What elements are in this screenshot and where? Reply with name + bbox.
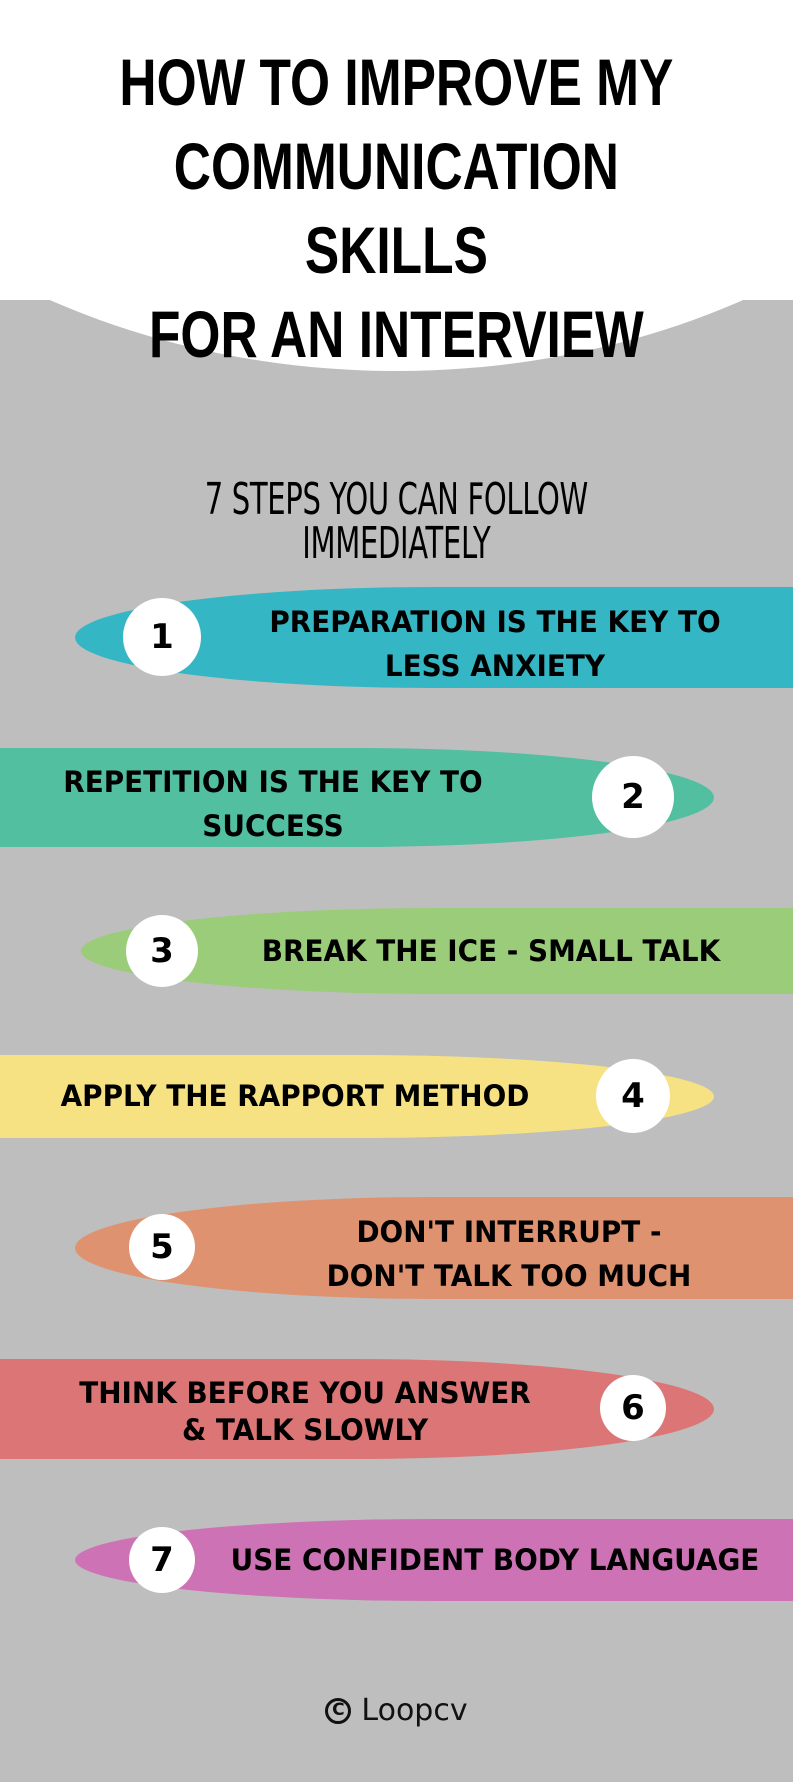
step-1-number-badge: 1 [123, 598, 201, 676]
step-3-number-badge: 3 [126, 915, 198, 987]
step-7-number-badge: 7 [129, 1527, 195, 1593]
page-title: HOW TO IMPROVE MY COMMUNICATION SKILLS F… [87, 40, 706, 376]
step-5-label-line-2: DON'T TALK TOO MUCH [326, 1259, 692, 1293]
step-6-number-badge: 6 [600, 1375, 666, 1441]
step-2-label-line-1: REPETITION IS THE KEY TO [63, 765, 483, 799]
step-2-label: REPETITION IS THE KEY TO SUCCESS [33, 760, 513, 848]
step-2-number-badge: 2 [592, 756, 674, 838]
step-1-label-line-2: LESS ANXIETY [384, 649, 606, 683]
title-line-1: HOW TO IMPROVE MY [119, 45, 674, 119]
step-2-label-line-2: SUCCESS [202, 809, 344, 843]
step-4-label-line-1: APPLY THE RAPPORT METHOD [60, 1079, 530, 1113]
footer-brand: C Loopcv [0, 1693, 793, 1728]
step-3-label: BREAK THE ICE - SMALL TALK [251, 931, 731, 971]
step-5-label-line-1: DON'T INTERRUPT - [356, 1215, 662, 1249]
step-6-label: THINK BEFORE YOU ANSWER & TALK SLOWLY [65, 1375, 545, 1449]
step-1-label-line-1: PREPARATION IS THE KEY TO [269, 605, 721, 639]
step-3-label-line-1: BREAK THE ICE - SMALL TALK [261, 934, 721, 968]
step-7-label: USE CONFIDENT BODY LANGUAGE [221, 1540, 768, 1580]
step-7-label-line-1: USE CONFIDENT BODY LANGUAGE [230, 1543, 760, 1577]
step-4-number-badge: 4 [596, 1059, 670, 1133]
step-1-label: PREPARATION IS THE KEY TO LESS ANXIETY [255, 600, 735, 688]
copyright-icon: C [325, 1697, 352, 1724]
step-4-label: APPLY THE RAPPORT METHOD [50, 1076, 540, 1116]
title-line-3: FOR AN INTERVIEW [148, 297, 644, 371]
step-5-label: DON'T INTERRUPT - DON'T TALK TOO MUCH [269, 1210, 749, 1298]
brand-name: Loopcv [361, 1693, 468, 1728]
subtitle: 7 STEPS YOU CAN FOLLOW IMMEDIATELY [204, 474, 589, 569]
step-5-number-badge: 5 [129, 1214, 195, 1280]
step-6-label-line-2: & TALK SLOWLY [181, 1413, 429, 1447]
step-6-label-line-1: THINK BEFORE YOU ANSWER [79, 1376, 531, 1410]
title-line-2: COMMUNICATION SKILLS [173, 129, 619, 287]
